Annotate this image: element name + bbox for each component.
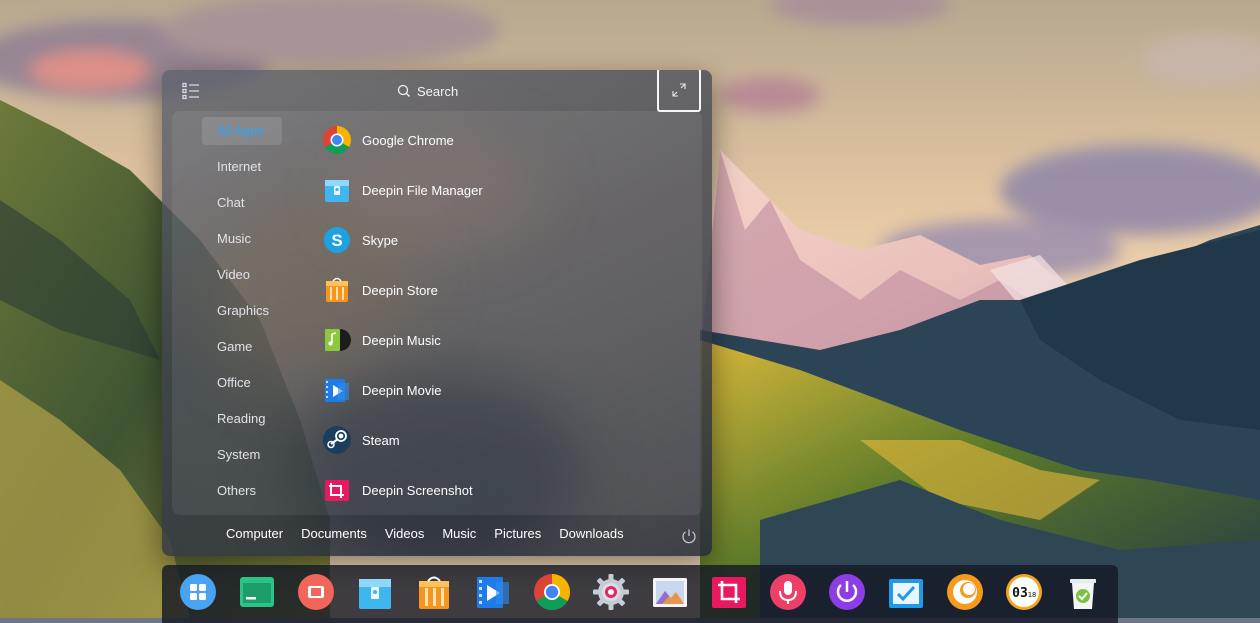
browser-ring-icon[interactable] bbox=[946, 573, 984, 611]
movie-icon[interactable] bbox=[474, 573, 512, 611]
clock-icon[interactable]: 03 18 bbox=[1005, 573, 1043, 611]
app-name: Deepin Music bbox=[362, 332, 441, 348]
category-music[interactable]: Music bbox=[202, 225, 282, 253]
search-box[interactable]: Search bbox=[397, 80, 458, 102]
screen-recorder-icon[interactable] bbox=[297, 573, 335, 611]
trash-icon[interactable] bbox=[1064, 573, 1102, 611]
search-label: Search bbox=[417, 83, 459, 99]
movie-icon bbox=[325, 379, 349, 402]
place-videos[interactable]: Videos bbox=[385, 526, 425, 541]
place-downloads[interactable]: Downloads bbox=[559, 526, 623, 541]
category-graphics[interactable]: Graphics bbox=[202, 297, 282, 325]
app-launcher-panel: Search All Apps Internet Chat Music Vide… bbox=[162, 70, 712, 556]
app-name: Google Chrome bbox=[362, 132, 454, 148]
settings-icon[interactable] bbox=[592, 573, 630, 611]
app-name: Deepin Movie bbox=[362, 382, 442, 398]
store-icon bbox=[326, 277, 348, 302]
category-game[interactable]: Game bbox=[202, 333, 282, 361]
app-name: Deepin File Manager bbox=[362, 182, 483, 198]
app-item-deepin-store[interactable]: Deepin Store bbox=[322, 265, 682, 315]
app-item-deepin-screenshot[interactable]: Deepin Screenshot bbox=[322, 465, 682, 515]
category-others[interactable]: Others bbox=[202, 477, 282, 505]
places-bar: Computer Documents Videos Music Pictures… bbox=[226, 526, 624, 541]
store-icon[interactable] bbox=[415, 573, 453, 611]
voice-recorder-icon[interactable] bbox=[769, 573, 807, 611]
shutdown-icon[interactable] bbox=[828, 573, 866, 611]
chrome-icon bbox=[323, 126, 351, 154]
place-music[interactable]: Music bbox=[442, 526, 476, 541]
expand-icon bbox=[672, 83, 686, 97]
screenshot-icon[interactable] bbox=[710, 573, 748, 611]
category-reading[interactable]: Reading bbox=[202, 405, 282, 433]
power-icon[interactable] bbox=[680, 527, 698, 545]
chrome-icon[interactable] bbox=[533, 573, 571, 611]
app-item-steam[interactable]: Steam bbox=[322, 415, 682, 465]
app-list: Google Chrome Deepin File Manager S Skyp… bbox=[322, 115, 682, 515]
launcher-icon[interactable] bbox=[179, 573, 217, 611]
place-computer[interactable]: Computer bbox=[226, 526, 283, 541]
category-list: All Apps Internet Chat Music Video Graph… bbox=[202, 117, 282, 513]
category-chat[interactable]: Chat bbox=[202, 189, 282, 217]
dock: 03 18 bbox=[162, 565, 1118, 623]
app-item-deepin-file-manager[interactable]: Deepin File Manager bbox=[322, 165, 682, 215]
music-icon bbox=[325, 329, 351, 351]
category-video[interactable]: Video bbox=[202, 261, 282, 289]
category-office[interactable]: Office bbox=[202, 369, 282, 397]
app-item-skype[interactable]: S Skype bbox=[322, 215, 682, 265]
file-manager-icon[interactable] bbox=[356, 573, 394, 611]
system-monitor-icon[interactable] bbox=[887, 573, 925, 611]
app-name: Deepin Screenshot bbox=[362, 482, 473, 498]
app-item-deepin-movie[interactable]: Deepin Movie bbox=[322, 365, 682, 415]
steam-icon bbox=[323, 426, 351, 454]
image-viewer-icon[interactable] bbox=[651, 573, 689, 611]
place-documents[interactable]: Documents bbox=[301, 526, 367, 541]
terminal-icon[interactable] bbox=[238, 573, 276, 611]
screenshot-icon bbox=[325, 480, 349, 501]
category-mode-toggle-icon[interactable] bbox=[180, 80, 202, 102]
svg-text:S: S bbox=[331, 231, 342, 250]
launcher-content-area: All Apps Internet Chat Music Video Graph… bbox=[172, 111, 702, 515]
app-item-deepin-music[interactable]: Deepin Music bbox=[322, 315, 682, 365]
category-system[interactable]: System bbox=[202, 441, 282, 469]
skype-icon: S bbox=[324, 227, 350, 253]
clock-minute: 18 bbox=[1028, 591, 1036, 599]
category-internet[interactable]: Internet bbox=[202, 153, 282, 181]
search-icon bbox=[397, 84, 410, 97]
place-pictures[interactable]: Pictures bbox=[494, 526, 541, 541]
fullscreen-toggle-button[interactable] bbox=[657, 70, 701, 112]
app-name: Deepin Store bbox=[362, 282, 438, 298]
app-item-google-chrome[interactable]: Google Chrome bbox=[322, 115, 682, 165]
clock-hour: 03 bbox=[1012, 586, 1028, 601]
app-name: Skype bbox=[362, 232, 399, 248]
app-name: Steam bbox=[362, 432, 400, 448]
category-all-apps[interactable]: All Apps bbox=[202, 117, 282, 145]
file-manager-icon bbox=[325, 180, 349, 202]
